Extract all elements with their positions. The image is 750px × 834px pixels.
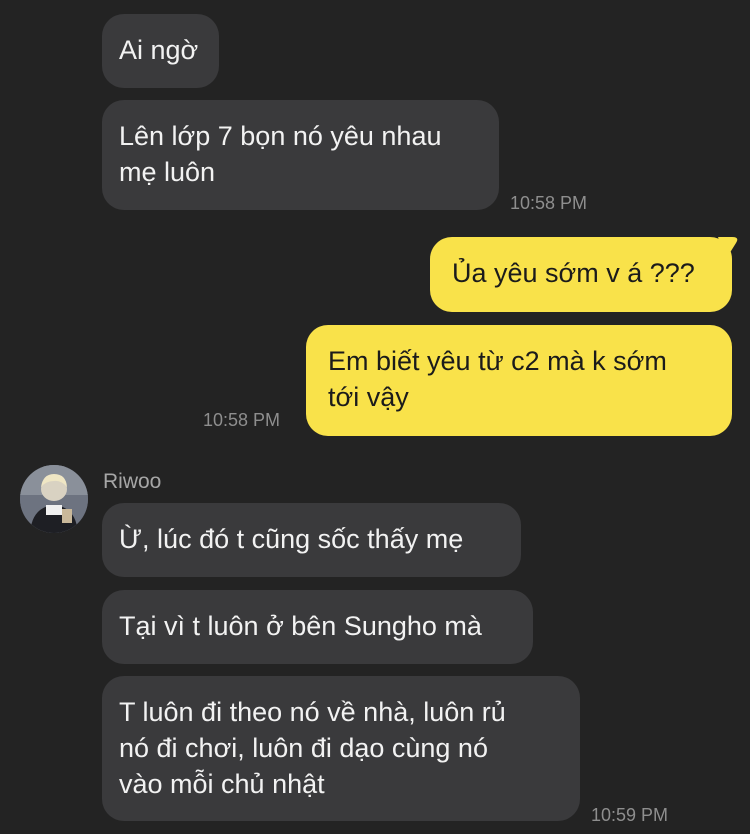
sender-name: Riwoo [103, 470, 162, 493]
bubble-tail-icon [718, 237, 738, 259]
outgoing-message-bubble[interactable]: Ủa yêu sớm v á ??? [430, 237, 732, 312]
sender-avatar[interactable] [20, 465, 88, 533]
incoming-message-bubble[interactable]: Ai ngờ [102, 14, 219, 88]
incoming-message-bubble[interactable]: Ừ, lúc đó t cũng sốc thấy mẹ [102, 503, 521, 577]
message-timestamp: 10:58 PM [510, 193, 588, 213]
incoming-message-bubble[interactable]: Lên lớp 7 bọn nó yêu nhau mẹ luôn [102, 100, 499, 210]
outgoing-message-bubble[interactable]: Em biết yêu từ c2 mà k sớm tới vậy [306, 325, 732, 436]
profile-avatar-icon [20, 465, 88, 533]
message-timestamp: 10:59 PM [591, 805, 669, 825]
incoming-message-bubble[interactable]: T luôn đi theo nó về nhà, luôn rủ nó đi … [102, 676, 580, 821]
message-timestamp: 10:58 PM [203, 410, 281, 430]
incoming-message-bubble[interactable]: Tại vì t luôn ở bên Sungho mà [102, 590, 533, 664]
